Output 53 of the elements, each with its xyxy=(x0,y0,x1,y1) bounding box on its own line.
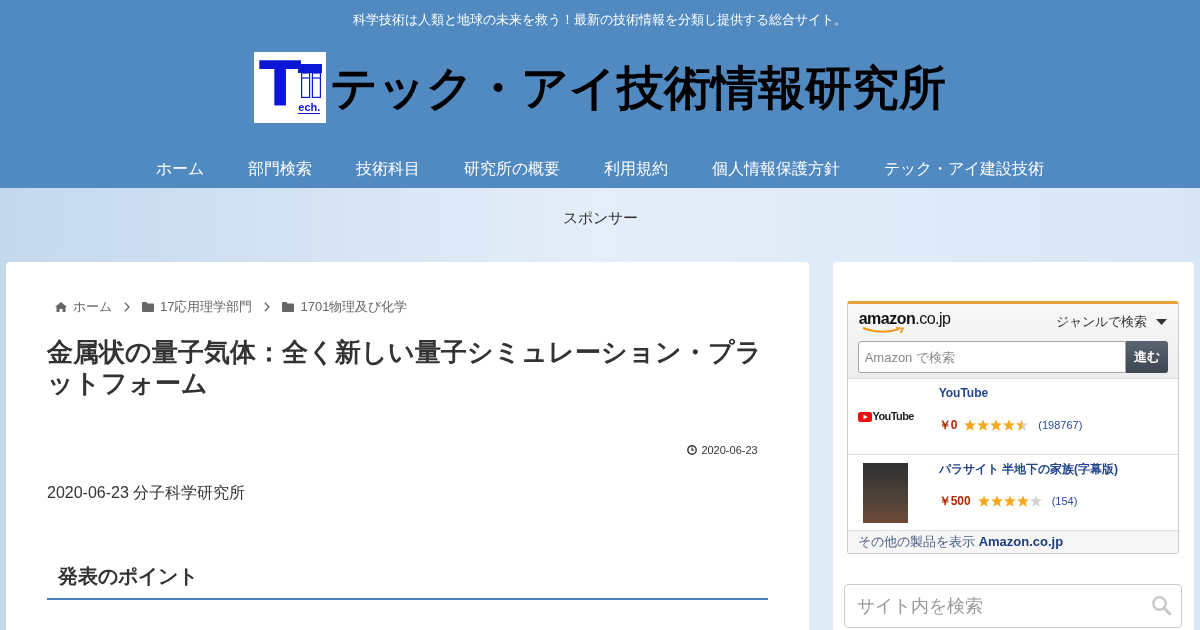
smile-arrow-icon xyxy=(861,327,906,334)
product-price: ￥500 xyxy=(938,493,971,510)
article-title: 金属状の量子気体：全く新しい量子シミュレーション・プラットフォーム xyxy=(47,337,763,399)
product-title-link[interactable]: パラサイト 半地下の家族(字幕版) xyxy=(938,461,1118,477)
star-icon xyxy=(1029,495,1042,507)
review-count-link[interactable]: (198767) xyxy=(1038,416,1083,434)
chevron-icon xyxy=(124,302,130,312)
nav-link[interactable]: 研究所の概要 xyxy=(464,157,560,181)
amazon-logo-text[interactable]: amazon.co.jp xyxy=(858,310,951,327)
footer-text: その他の製品を表示 xyxy=(857,533,975,552)
star-icon xyxy=(1003,495,1016,507)
folder-icon xyxy=(282,302,295,312)
breadcrumb-link[interactable]: 1701物理及び化学 xyxy=(282,297,408,317)
photo-placeholder xyxy=(863,462,909,523)
caret-icon xyxy=(1155,319,1167,325)
logo-mark[interactable]: Tech. xyxy=(254,52,326,123)
site-title[interactable]: テック・アイ技術情報研究所 xyxy=(330,64,946,111)
section-heading: 発表のポイント xyxy=(47,562,768,600)
amazon-link[interactable]: Amazon.co.jp xyxy=(978,532,1064,552)
product-title-link[interactable]: YouTube xyxy=(938,385,1083,401)
review-count-link[interactable]: (154) xyxy=(1051,492,1078,510)
chevron-icon xyxy=(264,302,271,312)
star-icon xyxy=(1003,419,1016,431)
post-date: 2020-06-23 xyxy=(701,442,758,458)
clock-icon xyxy=(687,445,698,455)
folder-icon xyxy=(142,302,154,312)
nav-link[interactable]: テック・アイ建設技術 xyxy=(884,157,1044,181)
nav-link[interactable]: 技術科目 xyxy=(356,157,420,181)
site-search-field[interactable]: サイト内を検索 xyxy=(843,584,1182,628)
nav-link[interactable]: 個人情報保護方針 xyxy=(712,157,840,181)
search-button[interactable]: 進む xyxy=(1125,341,1168,373)
search-field[interactable]: Amazon で検索 xyxy=(857,341,1126,373)
star-icon xyxy=(990,495,1003,507)
site-tagline: 科学技術は人類と地球の未来を救う！最新の技術情報を分類し提供する総合サイト。 xyxy=(353,11,847,30)
star-icon xyxy=(990,419,1003,431)
sponsor-label: スポンサー xyxy=(562,207,638,228)
genre-dropdown[interactable]: ジャンルで検索 xyxy=(1055,312,1168,332)
star-icon xyxy=(964,419,977,431)
breadcrumb-link[interactable]: ホーム xyxy=(55,297,112,317)
nav-link[interactable]: 部門検索 xyxy=(248,157,312,181)
star-icon xyxy=(977,419,990,431)
star-icon xyxy=(1016,419,1029,431)
source-line: 2020-06-23 分子科学研究所 xyxy=(47,483,247,503)
play-button-icon xyxy=(857,411,872,422)
home-icon xyxy=(55,302,67,312)
nav-link[interactable]: 利用規約 xyxy=(604,157,668,181)
product-logo-text: YouTube xyxy=(872,411,914,422)
product-price: ￥0 xyxy=(938,417,958,434)
star-icon xyxy=(1016,495,1029,507)
breadcrumb-link[interactable]: 17応用理学部門 xyxy=(142,297,253,317)
search-icon xyxy=(1151,596,1171,615)
star-icon xyxy=(977,495,990,507)
nav-link[interactable]: ホーム xyxy=(156,157,204,181)
